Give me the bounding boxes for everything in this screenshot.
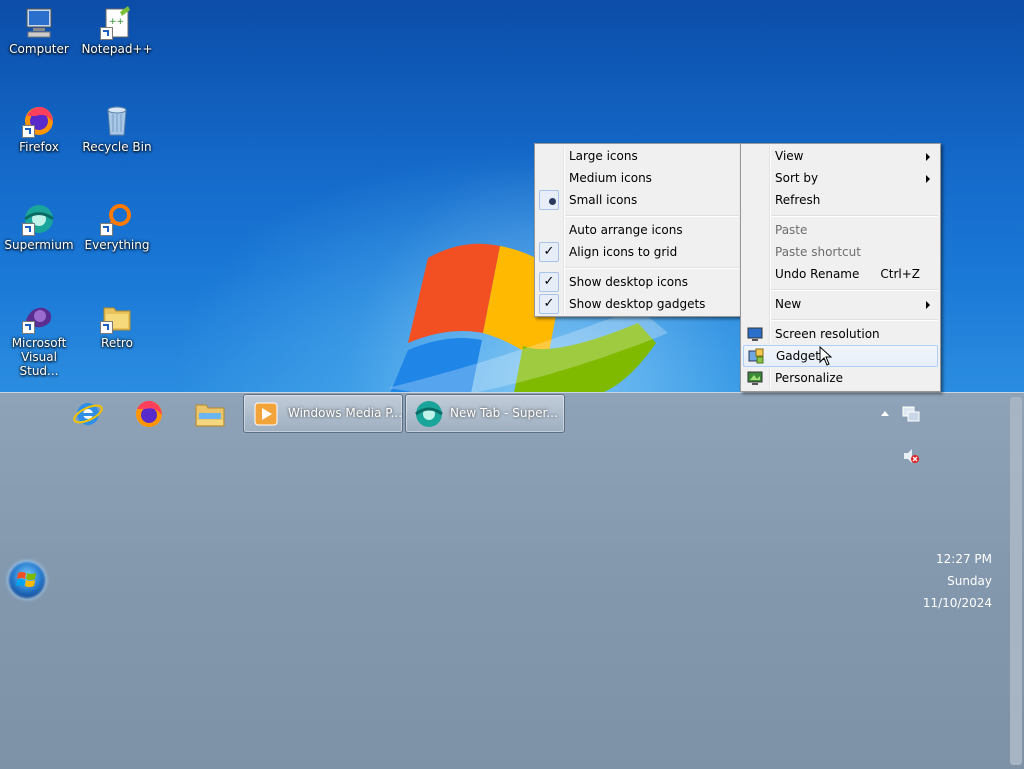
checkmark-icon: ✓ <box>539 294 559 314</box>
mouse-cursor-icon <box>819 346 833 366</box>
firefox-icon <box>136 400 162 427</box>
windows-flag-icon <box>16 572 36 587</box>
desktop-icon-supermium[interactable]: Supermium <box>0 202 78 252</box>
menu-item-auto-arrange[interactable]: Auto arrange icons <box>537 219 739 241</box>
gadgets-icon <box>748 348 764 364</box>
taskbar-window-media-player[interactable]: Windows Media P... <box>243 394 403 433</box>
supermium-icon <box>22 202 56 236</box>
radio-bullet <box>539 190 559 210</box>
desktop-icon-notepadpp[interactable]: ++ Notepad++ <box>78 6 156 56</box>
menu-item-paste-shortcut[interactable]: Paste shortcut <box>743 241 938 263</box>
supermium-icon <box>415 401 443 427</box>
taskbar-scrollbar[interactable] <box>1010 397 1022 765</box>
pinned-file-explorer[interactable] <box>188 395 232 433</box>
menu-item-view[interactable]: View <box>743 145 938 167</box>
submenu-arrow-icon <box>926 175 930 183</box>
menu-item-paste[interactable]: Paste <box>743 219 938 241</box>
volume-muted-icon[interactable] <box>902 448 920 464</box>
menu-item-gadgets[interactable]: Gadgets <box>743 345 938 367</box>
clock-date[interactable]: 11/10/2024 <box>914 596 1024 610</box>
taskbar-window-supermium[interactable]: New Tab - Super... <box>405 394 565 433</box>
menu-item-show-desktop-gadgets[interactable]: ✓ Show desktop gadgets <box>537 293 739 315</box>
clock-time[interactable]: 12:27 PM <box>914 552 1024 566</box>
pinned-internet-explorer[interactable] <box>66 395 110 433</box>
menu-item-personalize[interactable]: Personalize <box>743 367 938 389</box>
menu-item-refresh[interactable]: Refresh <box>743 189 938 211</box>
menu-item-screen-resolution[interactable]: Screen resolution <box>743 323 938 345</box>
clock-day[interactable]: Sunday <box>914 574 1024 588</box>
shortcut-text: Ctrl+Z <box>880 267 920 281</box>
desktop-icon-recycle-bin[interactable]: Recycle Bin <box>78 104 156 154</box>
desktop-icon-computer[interactable]: Computer <box>0 6 78 56</box>
windows-media-player-icon <box>254 402 278 426</box>
start-button[interactable] <box>8 561 46 599</box>
desktop-context-menu: View Sort by Refresh Paste Paste shortcu… <box>740 143 941 392</box>
screen-resolution-icon <box>747 327 763 341</box>
file-explorer-icon <box>195 404 225 427</box>
firefox-icon <box>22 104 56 138</box>
checkmark-icon: ✓ <box>539 242 559 262</box>
desktop-icon-retro[interactable]: Retro <box>78 300 156 350</box>
menu-item-small-icons[interactable]: Small icons <box>537 189 739 211</box>
submenu-arrow-icon <box>926 153 930 161</box>
personalize-icon <box>747 371 763 385</box>
show-hidden-icons-arrow[interactable] <box>881 411 889 416</box>
view-submenu: Large icons Medium icons Small icons Aut… <box>534 143 742 317</box>
network-icon[interactable] <box>902 406 920 422</box>
desktop-icon-everything[interactable]: Everything <box>78 202 156 252</box>
menu-item-medium-icons[interactable]: Medium icons <box>537 167 739 189</box>
submenu-arrow-icon <box>926 301 930 309</box>
menu-item-sort-by[interactable]: Sort by <box>743 167 938 189</box>
taskbar[interactable]: Windows Media P... New Tab - Super... 12… <box>0 392 1024 769</box>
menu-item-show-desktop-icons[interactable]: ✓ Show desktop icons <box>537 271 739 293</box>
menu-item-align-to-grid[interactable]: ✓ Align icons to grid <box>537 241 739 263</box>
notepadpp-icon: ++ <box>100 6 134 40</box>
menu-item-large-icons[interactable]: Large icons <box>537 145 739 167</box>
svg-text:++: ++ <box>109 17 124 27</box>
menu-item-undo-rename[interactable]: Undo Rename Ctrl+Z <box>743 263 938 285</box>
internet-explorer-icon <box>73 403 103 425</box>
retro-icon <box>100 300 134 334</box>
pinned-firefox[interactable] <box>127 395 171 433</box>
menu-item-new[interactable]: New <box>743 293 938 315</box>
recycle-bin-icon <box>100 104 134 138</box>
everything-icon <box>100 202 134 236</box>
desktop-icon-firefox[interactable]: Firefox <box>0 104 78 154</box>
desktop-icon-visual-studio[interactable]: Microsoft Visual Stud... <box>0 300 78 378</box>
checkmark-icon: ✓ <box>539 272 559 292</box>
visual-studio-icon <box>22 300 56 334</box>
computer-icon <box>22 6 56 40</box>
